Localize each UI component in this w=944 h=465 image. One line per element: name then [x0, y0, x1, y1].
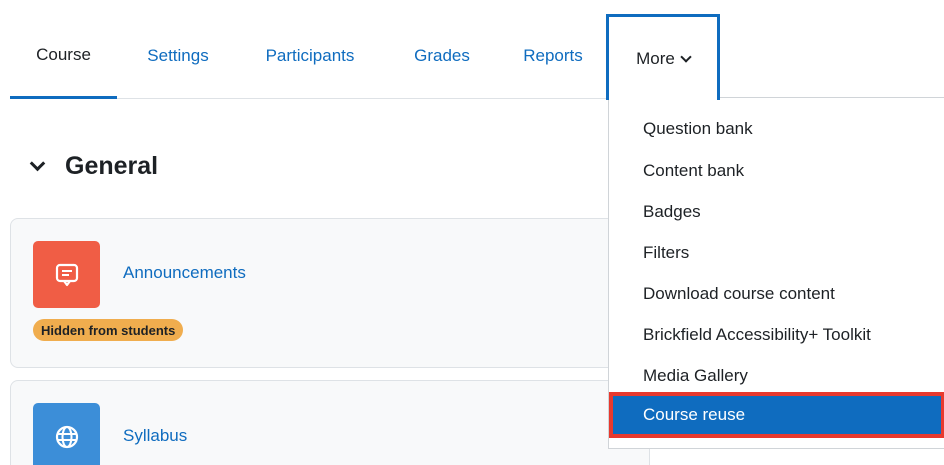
course-page: Course Settings Participants Grades Repo… — [0, 0, 944, 465]
tab-course[interactable]: Course — [10, 14, 117, 99]
menu-item-filters[interactable]: Filters — [609, 233, 944, 273]
globe-icon — [33, 403, 100, 465]
activity-card: Syllabus — [10, 380, 650, 465]
activity-link-announcements[interactable]: Announcements — [123, 263, 246, 283]
tab-label: More — [636, 48, 675, 68]
activity-link-syllabus[interactable]: Syllabus — [123, 426, 187, 446]
tab-more[interactable]: More — [606, 14, 720, 100]
section-header[interactable]: General — [29, 146, 159, 186]
secondary-navigation: Course Settings Participants Grades Repo… — [10, 14, 944, 100]
more-dropdown-menu: Question bank Content bank Badges Filter… — [608, 97, 944, 449]
tab-label: Settings — [147, 46, 209, 65]
menu-item-brickfield-toolkit[interactable]: Brickfield Accessibility+ Toolkit — [609, 315, 944, 355]
forum-icon — [33, 241, 100, 308]
page-heading-cropped — [0, 0, 944, 4]
visibility-badge: Hidden from students — [33, 319, 184, 341]
tab-label: Participants — [265, 46, 355, 65]
chevron-down-icon — [680, 50, 692, 63]
tab-label: Reports — [523, 46, 583, 65]
menu-item-badges[interactable]: Badges — [609, 192, 944, 232]
tab-label: Grades — [414, 46, 470, 65]
tab-reports[interactable]: Reports — [504, 14, 602, 98]
menu-item-download-course-content[interactable]: Download course content — [609, 274, 944, 314]
chevron-down-icon[interactable] — [29, 155, 46, 171]
tab-participants[interactable]: Participants — [244, 14, 376, 98]
menu-item-media-gallery[interactable]: Media Gallery — [609, 356, 944, 396]
menu-item-course-reuse[interactable]: Course reuse — [609, 392, 944, 438]
section-title: General — [65, 151, 159, 180]
menu-item-question-bank[interactable]: Question bank — [609, 109, 944, 149]
tab-settings[interactable]: Settings — [131, 14, 225, 98]
tab-grades[interactable]: Grades — [396, 14, 488, 98]
activity-card: Announcements Hidden from students — [10, 218, 650, 368]
menu-item-content-bank[interactable]: Content bank — [609, 151, 944, 191]
tab-label: Course — [36, 45, 91, 64]
